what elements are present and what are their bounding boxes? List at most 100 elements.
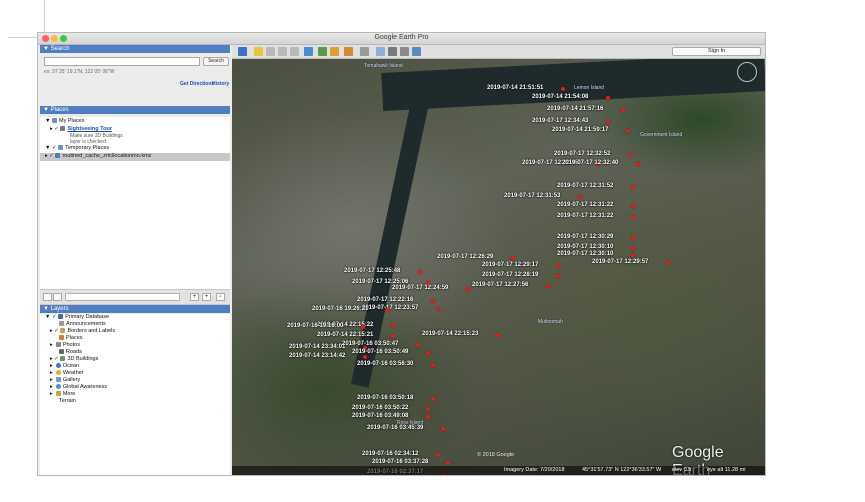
location-timestamp-label[interactable]: 2019-07-17 12:30:10: [557, 244, 613, 251]
add-button[interactable]: +: [190, 293, 199, 301]
search-places-button[interactable]: [43, 293, 52, 301]
location-pin-icon[interactable]: [621, 108, 625, 112]
planets-icon[interactable]: [344, 47, 353, 56]
location-timestamp-label[interactable]: 2019-07-16 03:50:49: [352, 349, 408, 356]
layer-item[interactable]: Places: [59, 335, 83, 342]
location-pin-icon[interactable]: [431, 397, 435, 401]
compass-icon[interactable]: [737, 62, 757, 82]
location-pin-icon[interactable]: [631, 185, 635, 189]
my-places-item[interactable]: ▼ My Places: [45, 118, 84, 125]
placemark-icon[interactable]: [254, 47, 263, 56]
ruler-icon[interactable]: [360, 47, 369, 56]
sightseeing-tour-item[interactable]: ▸ ✓ Sightseeing Tour: [50, 126, 112, 133]
location-timestamp-label[interactable]: 2019-07-14 23:14:42: [289, 353, 345, 360]
layer-item[interactable]: Roads: [59, 349, 82, 356]
location-timestamp-label[interactable]: 2019-07-14 22:15:21: [317, 332, 373, 339]
location-timestamp-label[interactable]: 2019-07-14 21:59:17: [552, 127, 608, 134]
location-pin-icon[interactable]: [556, 274, 560, 278]
layer-item[interactable]: ▸ Global Awareness: [50, 384, 107, 391]
sign-in-button[interactable]: Sign In: [672, 47, 761, 56]
email-icon[interactable]: [376, 47, 385, 56]
location-pin-icon[interactable]: [418, 270, 422, 274]
location-timestamp-label[interactable]: 2019-07-14 21:51:51: [487, 85, 543, 92]
location-pin-icon[interactable]: [666, 261, 670, 265]
location-pin-icon[interactable]: [441, 427, 445, 431]
location-pin-icon[interactable]: [631, 215, 635, 219]
places-panel-header[interactable]: ▼ Places: [40, 106, 230, 114]
location-timestamp-label[interactable]: 2019-07-17 12:31:53: [504, 193, 560, 200]
location-timestamp-label[interactable]: 2019-07-17 12:30:10: [557, 251, 613, 258]
toggle-panel-button[interactable]: [53, 293, 62, 301]
layer-item[interactable]: ▼ ✓ Primary Database: [45, 314, 109, 321]
location-pin-icon[interactable]: [546, 284, 550, 288]
location-timestamp-label[interactable]: 2019-07-14 21:57:16: [547, 106, 603, 113]
get-directions-link[interactable]: Get Directions: [180, 81, 214, 87]
location-pin-icon[interactable]: [631, 236, 635, 240]
search-panel-header[interactable]: ▼ Search: [40, 45, 230, 53]
location-timestamp-label[interactable]: 2019-07-16 03:50:47: [342, 341, 398, 348]
location-pin-icon[interactable]: [628, 153, 632, 157]
location-timestamp-label[interactable]: 2019-07-17 12:31:22: [557, 202, 613, 209]
location-pin-icon[interactable]: [606, 120, 610, 124]
export-button[interactable]: ▫: [216, 293, 225, 301]
location-timestamp-label[interactable]: 2019-07-16 02:34:12: [362, 451, 418, 458]
location-pin-icon[interactable]: [416, 343, 420, 347]
location-timestamp-label[interactable]: 2019-07-14 21:54:08: [532, 94, 588, 101]
sun-icon[interactable]: [330, 47, 339, 56]
sightseeing-tour-link[interactable]: Sightseeing Tour: [67, 126, 112, 132]
layer-item[interactable]: ▸ Ocean: [50, 363, 79, 370]
location-pin-icon[interactable]: [496, 333, 500, 337]
location-pin-icon[interactable]: [361, 325, 365, 329]
layer-item[interactable]: ▸ ✓ Borders and Labels: [50, 328, 115, 335]
location-pin-icon[interactable]: [426, 281, 430, 285]
location-timestamp-label[interactable]: 2019-07-17 12:31:52: [557, 183, 613, 190]
location-pin-icon[interactable]: [436, 307, 440, 311]
location-timestamp-label[interactable]: 2019-07-16 03:37:28: [372, 459, 428, 466]
location-pin-icon[interactable]: [431, 299, 435, 303]
location-timestamp-label[interactable]: 2019-07-17 12:31:22: [557, 213, 613, 220]
location-timestamp-label[interactable]: 2019-07-17 12:30:29: [557, 234, 613, 241]
sidebar-toggle-icon[interactable]: [238, 47, 247, 56]
location-timestamp-label[interactable]: 2019-07-14 23:34:01: [289, 344, 345, 351]
location-timestamp-label[interactable]: 2019-07-17 12:26:29: [437, 254, 493, 261]
path-icon[interactable]: [278, 47, 287, 56]
layer-item[interactable]: ▸ Photos: [50, 342, 80, 349]
location-pin-icon[interactable]: [426, 351, 430, 355]
location-timestamp-label[interactable]: 2019-07-16 03:45:39: [367, 425, 423, 432]
location-pin-icon[interactable]: [466, 287, 470, 291]
location-pin-icon[interactable]: [631, 253, 635, 257]
location-pin-icon[interactable]: [606, 96, 610, 100]
location-pin-icon[interactable]: [391, 324, 395, 328]
location-pin-icon[interactable]: [446, 461, 450, 465]
location-timestamp-label[interactable]: 2019-07-17 12:32:40: [562, 160, 618, 167]
location-timestamp-label[interactable]: 2019-07-17 12:29:17: [482, 262, 538, 269]
kmz-file-item[interactable]: ▸ ✓ routined_cache_zrtcllocationmo.kmz: [45, 153, 151, 160]
location-timestamp-label[interactable]: 2019-07-17 12:22:16: [357, 297, 413, 304]
location-pin-icon[interactable]: [436, 453, 440, 457]
tour-record-icon[interactable]: [304, 47, 313, 56]
maps-icon[interactable]: [412, 47, 421, 56]
temporary-places-item[interactable]: ▼ ✓ Temporary Places: [45, 145, 109, 152]
places-filter-field[interactable]: [65, 293, 180, 301]
location-timestamp-label[interactable]: 2019-07-16 03:49:08: [352, 413, 408, 420]
location-timestamp-label[interactable]: 2019-07-17 12:29:57: [592, 259, 648, 266]
layer-item[interactable]: ▸ ✓ 3D Buildings: [50, 356, 98, 363]
location-timestamp-label[interactable]: 2019-07-17 12:27:56: [472, 282, 528, 289]
layer-item[interactable]: ▸ More: [50, 391, 75, 398]
location-timestamp-label[interactable]: 2019-07-16 19:26:21: [312, 306, 368, 313]
map-view[interactable]: Tomahawk Island Lemon Island Government …: [232, 59, 765, 475]
location-pin-icon[interactable]: [631, 246, 635, 250]
layer-item[interactable]: ▸ Gallery: [50, 377, 80, 384]
location-pin-icon[interactable]: [386, 308, 390, 312]
location-pin-icon[interactable]: [426, 407, 430, 411]
polygon-icon[interactable]: [266, 47, 275, 56]
location-timestamp-label[interactable]: 2019-07-17 12:34:43: [532, 118, 588, 125]
layers-panel-header[interactable]: ▼ Layers: [40, 305, 230, 313]
location-pin-icon[interactable]: [426, 415, 430, 419]
location-pin-icon[interactable]: [556, 264, 560, 268]
location-timestamp-label[interactable]: 2019-07-16 19:16:00: [287, 323, 343, 330]
save-image-icon[interactable]: [400, 47, 409, 56]
location-pin-icon[interactable]: [636, 162, 640, 166]
location-timestamp-label[interactable]: 2019-07-17 12:28:19: [482, 272, 538, 279]
location-timestamp-label[interactable]: 2019-07-17 12:32:52: [554, 151, 610, 158]
